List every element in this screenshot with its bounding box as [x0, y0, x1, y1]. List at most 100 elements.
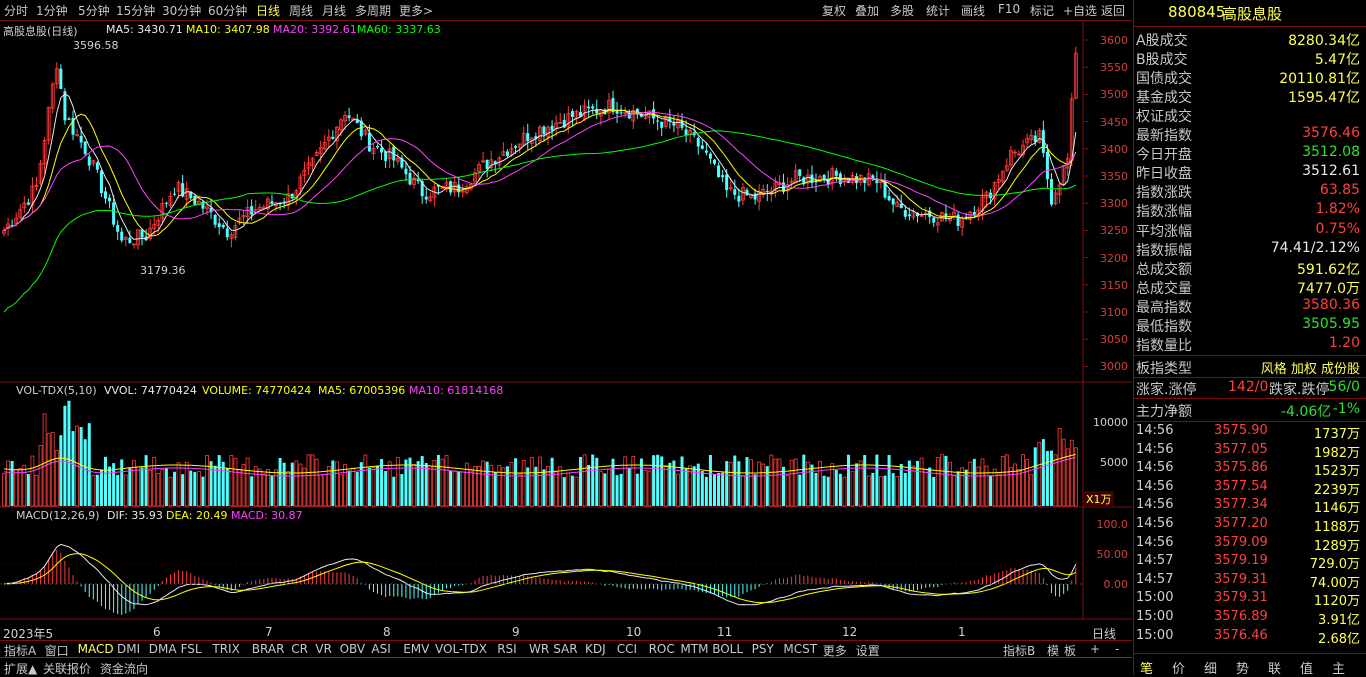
tab-extend[interactable]: 扩展▲	[4, 660, 37, 677]
panel-tab[interactable]: 笔	[1140, 658, 1153, 677]
tab-5min[interactable]: 5分钟	[78, 2, 110, 19]
indicator-tab[interactable]: SAR	[553, 642, 577, 656]
panel-tab[interactable]: 值	[1300, 658, 1313, 677]
macd-axis-0: 0.00	[1103, 578, 1129, 591]
tab-weekly[interactable]: 周线	[289, 2, 313, 19]
indicator-tab[interactable]: EMV	[403, 642, 429, 656]
tick-price: 3577.20	[1214, 516, 1268, 531]
macd-axis-100: 100.0	[1096, 518, 1129, 531]
tab-related-quotes[interactable]: 关联报价	[43, 660, 91, 677]
tick-price: 3579.31	[1214, 571, 1268, 587]
indicator-tab[interactable]: KDJ	[585, 642, 606, 656]
tab-monthly[interactable]: 月线	[322, 2, 346, 19]
quote-value: 3505.95	[1302, 315, 1360, 332]
mark-button[interactable]: 标记	[1030, 2, 1054, 19]
indicator-tab[interactable]: OBV	[340, 642, 366, 656]
tick-time: 15:00	[1136, 627, 1174, 643]
price-axis-label: 3250	[1100, 224, 1128, 238]
quote-row: 昨日收盘 3512.61	[1136, 162, 1364, 182]
dif-legend: DIF: 35.93	[107, 509, 163, 522]
quote-label: A股成交	[1136, 33, 1188, 49]
indicator-tab[interactable]: ASI	[371, 642, 390, 656]
date-axis-label: 12	[842, 625, 858, 639]
tick-price: 3579.19	[1214, 553, 1268, 569]
tab-15min[interactable]: 15分钟	[116, 2, 155, 19]
tab-fund-flow[interactable]: 资金流向	[100, 660, 148, 677]
panel-tab[interactable]: 联	[1268, 658, 1281, 677]
indicator-tab[interactable]: PSY	[752, 642, 774, 656]
panel-tab[interactable]: 价	[1172, 658, 1185, 677]
vvol-legend: VVOL: 74770424	[104, 384, 197, 397]
tick-row: 14:56 3577.20 1188万	[1136, 516, 1364, 535]
indicator-tab[interactable]: CCI	[617, 642, 637, 656]
price-axis-label: 3150	[1100, 278, 1128, 292]
indicator-tab[interactable]: VR	[315, 642, 332, 656]
tick-volume: 1120万	[1313, 594, 1360, 610]
tab-timeshare[interactable]: 分时	[4, 2, 28, 19]
quote-row: 国债成交 20110.81亿	[1136, 67, 1364, 88]
dea-legend: DEA: 20.49	[166, 509, 228, 522]
statistics-button[interactable]: 统计	[926, 2, 950, 19]
panel-tab[interactable]: 细	[1204, 658, 1217, 677]
add-watchlist-button[interactable]: +自选	[1063, 2, 1097, 19]
index-type-label: 板指类型	[1136, 361, 1192, 377]
tick-price: 3577.54	[1214, 478, 1268, 494]
price-axis-label: 3200	[1100, 251, 1128, 265]
tab-daily[interactable]: 日线	[256, 2, 280, 19]
date-axis-label: 9	[512, 625, 520, 639]
vol-unit-label: X1万	[1084, 491, 1114, 507]
quote-label: 指数涨幅	[1136, 204, 1192, 221]
indicator-tab[interactable]: DMA	[149, 642, 177, 656]
quote-row: 权证成交	[1136, 105, 1364, 125]
vol-axis-10000: 10000	[1093, 416, 1128, 429]
tick-volume: 74.00万	[1309, 575, 1360, 591]
overlay-button[interactable]: 叠加	[855, 2, 879, 19]
tick-time: 14:57	[1136, 571, 1174, 587]
tick-time: 14:56	[1136, 441, 1174, 457]
indicator-tab[interactable]: BOLL	[712, 642, 743, 656]
back-button[interactable]: 返回	[1101, 2, 1125, 19]
indicator-tab[interactable]: VOL-TDX	[435, 642, 487, 656]
advance-decline-row: 涨家.涨停 142/0 跌家.跌停 56/0	[1136, 378, 1364, 398]
quote-label: 平均涨幅	[1136, 223, 1192, 240]
indicator-tab[interactable]: CR	[291, 642, 308, 656]
tick-price: 3576.46	[1214, 627, 1268, 643]
tick-volume: 3.91亿	[1318, 613, 1360, 628]
multi-stock-button[interactable]: 多股	[890, 2, 914, 19]
quote-value: 7477.0万	[1297, 280, 1360, 297]
draw-line-button[interactable]: 画线	[961, 2, 985, 19]
indicator-tab[interactable]: MCST	[783, 642, 817, 656]
tab-30min[interactable]: 30分钟	[162, 2, 201, 19]
tick-price: 3579.31	[1214, 590, 1268, 606]
indicator-tab[interactable]: MTM	[680, 642, 708, 656]
fuquan-button[interactable]: 复权	[822, 2, 846, 19]
tab-1min[interactable]: 1分钟	[36, 2, 68, 19]
indicator-tab[interactable]: WR	[529, 642, 549, 656]
quote-value: 20110.81亿	[1279, 71, 1360, 88]
quote-row: 今日开盘 3512.08	[1136, 143, 1364, 163]
indicator-right-tab[interactable]: -	[1115, 642, 1119, 656]
tick-volume: 1188万	[1313, 520, 1360, 535]
tab-60min[interactable]: 60分钟	[208, 2, 247, 19]
tab-more[interactable]: 更多>	[399, 2, 433, 19]
tick-time: 14:57	[1136, 553, 1174, 569]
kline-chart-area[interactable]	[0, 21, 1132, 640]
indicator-tab[interactable]: FSL	[181, 642, 202, 656]
panel-tab[interactable]: 势	[1236, 658, 1249, 677]
ma5-legend: MA5: 3430.71	[106, 23, 183, 36]
date-axis-label: 8	[383, 625, 391, 639]
f10-button[interactable]: F10	[998, 2, 1020, 16]
quote-value: 63.85	[1319, 182, 1360, 199]
indicator-tab[interactable]: MACD	[78, 642, 114, 656]
indicator-tab[interactable]: DMI	[117, 642, 140, 656]
quote-row: 最高指数 3580.36	[1136, 296, 1364, 316]
indicator-tab[interactable]: BRAR	[252, 642, 285, 656]
indicator-right-tab[interactable]: +	[1090, 642, 1100, 656]
tab-multi-period[interactable]: 多周期	[355, 2, 391, 19]
indicator-tab[interactable]: ROC	[649, 642, 675, 656]
quote-row: B股成交 5.47亿	[1136, 48, 1364, 68]
indicator-tab[interactable]: TRIX	[212, 642, 239, 656]
indicator-tab[interactable]: RSI	[497, 642, 517, 656]
panel-tab[interactable]: 主	[1332, 658, 1345, 677]
quote-value: 0.75%	[1315, 220, 1360, 237]
